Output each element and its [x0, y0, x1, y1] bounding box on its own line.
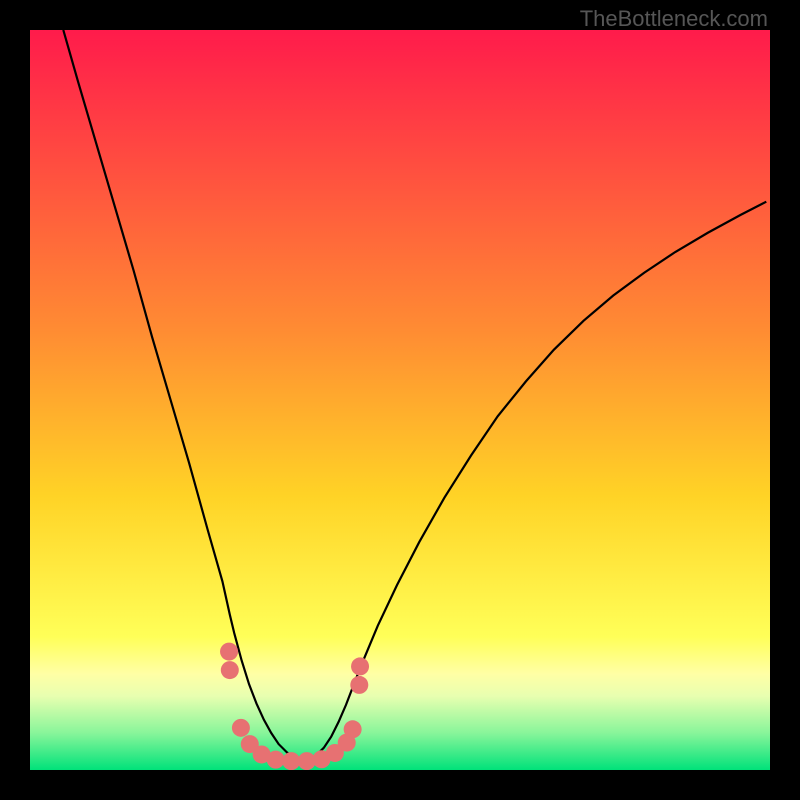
data-marker	[267, 751, 285, 769]
data-marker	[344, 720, 362, 738]
attribution-text: TheBottleneck.com	[580, 6, 768, 32]
data-marker	[232, 719, 250, 737]
gradient-background	[30, 30, 770, 770]
data-marker	[351, 657, 369, 675]
data-marker	[220, 643, 238, 661]
data-marker	[221, 661, 239, 679]
data-marker	[282, 752, 300, 770]
data-marker	[350, 676, 368, 694]
bottleneck-chart	[30, 30, 770, 770]
